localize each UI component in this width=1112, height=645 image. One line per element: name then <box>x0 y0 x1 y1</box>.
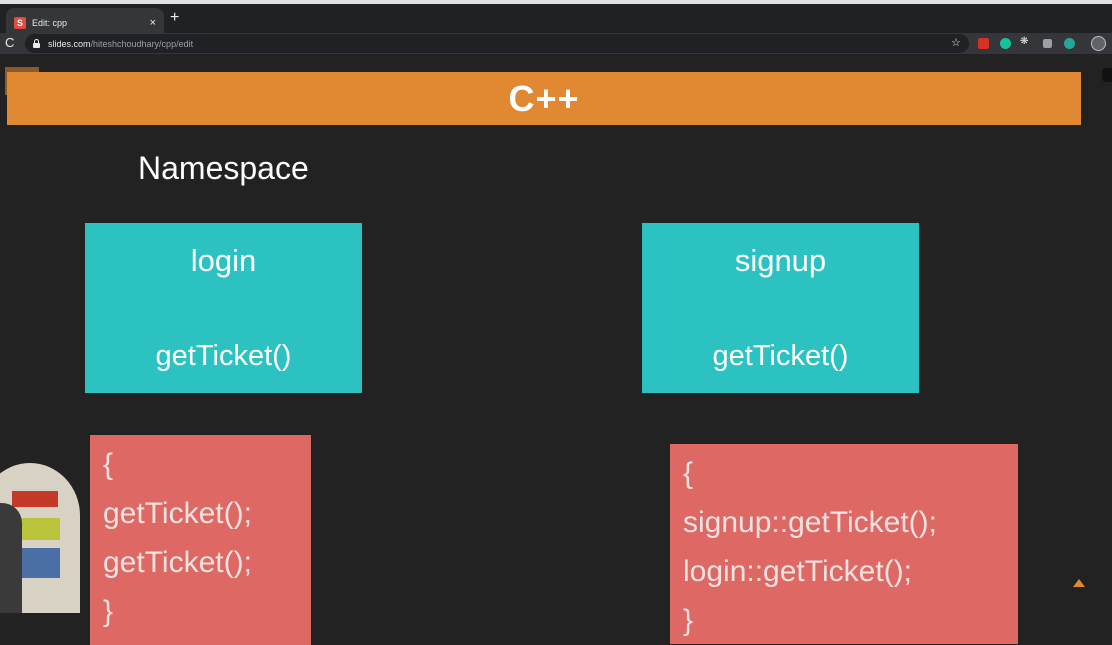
namespace-function: getTicket() <box>712 340 849 372</box>
webcam-background-shelf <box>12 491 58 507</box>
extension-grammarly-icon[interactable] <box>1000 38 1011 49</box>
code-line: { <box>103 448 114 481</box>
slide-title: C++ <box>508 77 580 119</box>
bookmark-star-icon[interactable]: ☆ <box>951 36 961 49</box>
tab-title: Edit: cpp <box>32 17 68 28</box>
address-bar[interactable]: slides.com /hiteshchoudhary/cpp/edit <box>25 34 969 53</box>
namespace-box-login: login getTicket() <box>85 223 362 393</box>
webcam-background-shelf <box>20 518 60 540</box>
url-path: /hiteshchoudhary/cpp/edit <box>90 38 194 49</box>
cursor-marker-icon <box>1073 579 1085 587</box>
webcam-presenter <box>0 503 22 613</box>
url-domain: slides.com <box>48 38 91 49</box>
code-line: } <box>103 595 114 628</box>
code-line: signup::getTicket(); <box>683 506 937 539</box>
namespace-box-signup: signup getTicket() <box>642 223 919 393</box>
extension-puzzle-icon[interactable] <box>1043 39 1052 48</box>
namespace-name: signup <box>734 243 827 278</box>
code-block-right: { signup::getTicket(); login::getTicket(… <box>670 444 1018 644</box>
slide-title-banner: C++ <box>7 72 1081 125</box>
code-line: getTicket(); <box>103 497 252 530</box>
side-panel-toggle-icon[interactable] <box>1102 68 1112 82</box>
code-line: login::getTicket(); <box>683 555 912 588</box>
namespace-function: getTicket() <box>155 340 292 372</box>
code-line: } <box>683 604 694 637</box>
slide-heading: Namespace <box>138 150 309 186</box>
code-line: getTicket(); <box>103 546 252 579</box>
profile-avatar[interactable] <box>1091 36 1106 51</box>
reload-icon[interactable]: C <box>5 35 14 50</box>
namespace-name: login <box>190 243 257 278</box>
slide-stage: C++ Namespace login getTicket() signup g… <box>0 54 1112 645</box>
browser-tab-bar: S Edit: cpp × + <box>0 0 1112 37</box>
extension-m-icon[interactable] <box>1064 38 1075 49</box>
new-tab-button[interactable]: + <box>170 9 179 27</box>
tab-close-icon[interactable]: × <box>150 17 156 29</box>
lock-icon <box>33 38 40 48</box>
extension-react-icon[interactable]: ❋ <box>1020 36 1028 47</box>
extension-lastpass-icon[interactable] <box>978 38 989 49</box>
slides-favicon-icon: S <box>14 16 26 29</box>
code-block-left: { getTicket(); getTicket(); } <box>90 435 311 645</box>
code-line: { <box>683 457 694 490</box>
webcam-overlay <box>0 463 80 613</box>
browser-toolbar: C slides.com /hiteshchoudhary/cpp/edit ☆… <box>0 33 1112 54</box>
